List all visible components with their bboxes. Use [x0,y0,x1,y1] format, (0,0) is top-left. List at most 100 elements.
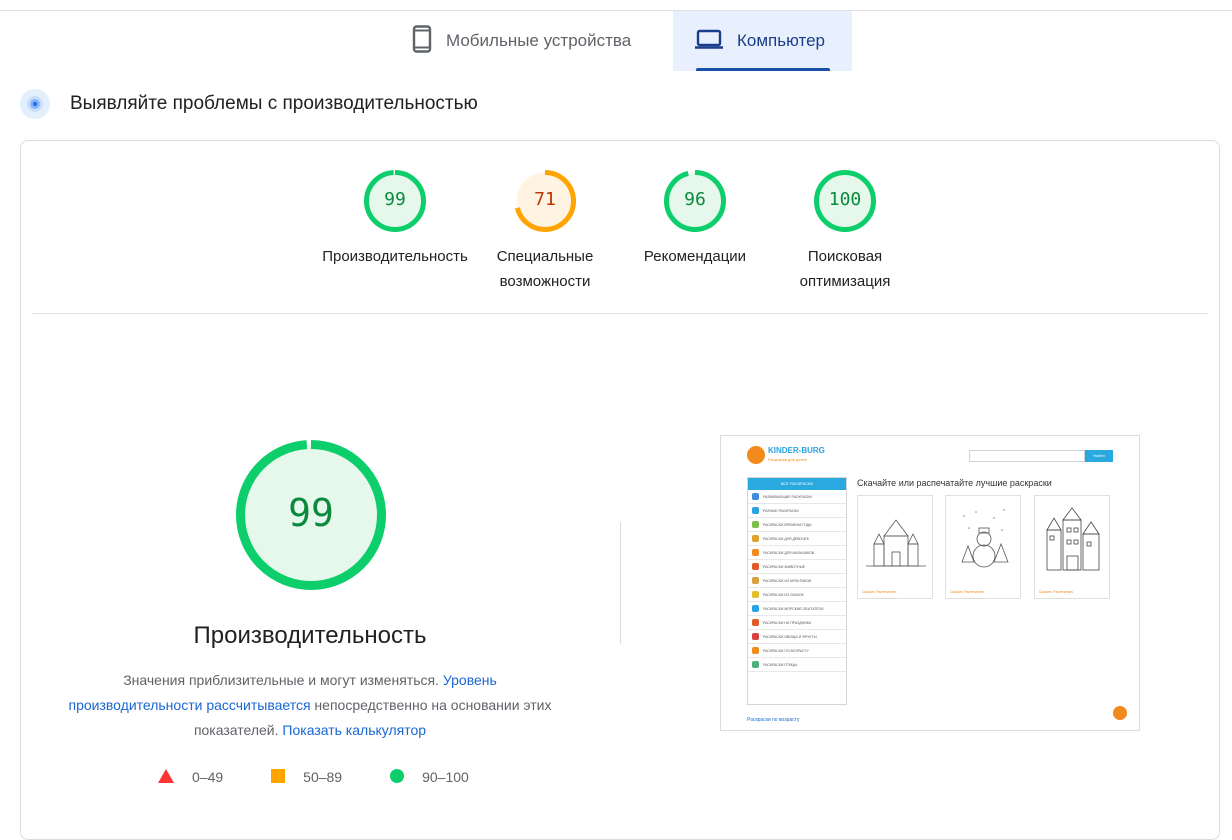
legend-fail: 0–49 [158,768,224,786]
tab-mobile-label: Мобильные устройства [446,31,632,50]
category-icon [752,521,759,528]
section-title: Выявляйте проблемы с производительностью [70,93,478,114]
category-icon [752,535,759,542]
coloring-thumb: Скачать Распечатать [857,495,933,599]
coloring-thumb: Скачать Распечатать [945,495,1021,599]
performance-description: Значения приблизительные и могут изменят… [60,668,560,743]
category-icon [752,549,759,556]
page-screenshot[interactable]: KINDER-BURG Раскраски для детей Найти ВСЕ… [720,435,1140,731]
site-sidebar-item: РАСКРАСКИ МОРСКИЕ ОБИТАТЕЛИ [748,602,846,616]
site-sidebar-item-label: РАСКРАСКИ ИЗ СКАЗОК [763,592,804,597]
coloring-thumb: Скачать Распечатать [1034,495,1110,599]
tab-desktop-label: Компьютер [737,31,825,50]
site-search-button: Найти [1085,450,1113,462]
site-brand-sub: Раскраски для детей [768,457,807,462]
score-ring: 99 [364,170,426,232]
category-icon [752,563,759,570]
site-sidebar-item: РАСКРАСКИ ДЛЯ МАЛЬЧИКОВ [748,546,846,560]
gauge-accessibility[interactable]: 71 Специальные возможности [465,170,625,294]
gauge-label: Специальные возможности [496,248,594,290]
site-sidebar-item: РАЗВИВАЮЩИЕ РАСКРАСКИ [748,490,846,504]
town-drawing [1046,507,1100,571]
site-sidebar-item-label: РАСКРАСКИ ДЛЯ МАЛЬЧИКОВ [763,550,815,555]
thumb-actions: Скачать Распечатать [862,590,897,594]
site-sidebar-head: ВСЕ РАСКРАСКИ [748,478,846,490]
gauge-label: Рекомендации [643,248,747,265]
castle-drawing [866,519,926,567]
score-ring: 100 [814,170,876,232]
legend-range: 50–89 [303,769,343,785]
section-header: Выявляйте проблемы с производительностью [20,88,478,120]
site-sidebar-item-label: РАСКРАСКИ ПТИЦЫ [763,662,798,667]
category-icon [752,647,759,654]
gauge-seo[interactable]: 100 Поисковая оптимизация [765,170,925,294]
performance-score-gauge: 99 [236,440,386,590]
laptop-icon [695,29,723,54]
site-sidebar-item: РАСКРАСКИ ОВОЩИ И ФРУКТЫ [748,630,846,644]
vertical-separator [620,522,621,644]
active-tab-indicator [696,68,830,71]
site-sidebar-item-label: РАЗНЫЕ РАСКРАСКИ [763,508,799,513]
category-icon [752,661,759,668]
site-sidebar-item: РАСКРАСКИ ПТИЦЫ [748,658,846,672]
category-icon [752,633,759,640]
logo-badge [747,446,765,464]
thumb-actions: Скачать Распечатать [1039,590,1074,594]
site-sidebar: ВСЕ РАСКРАСКИ РАЗВИВАЮЩИЕ РАСКРАСКИ РАЗНЫ… [747,477,847,705]
desc-text-1: Значения приблизительные и могут изменят… [123,672,443,688]
site-sidebar-item: РАСКРАСКИ ДЛЯ ДЕВОЧЕК [748,532,846,546]
gauge-label: Поисковая оптимизация [799,248,891,290]
site-sidebar-item: РАСКРАСКИ ЖИВОТНЫЕ [748,560,846,574]
site-sidebar-item-label: РАСКРАСКИ ПО ВОЗРАСТУ [763,648,809,653]
site-sidebar-item-label: РАСКРАСКИ ДЛЯ ДЕВОЧЕК [763,536,809,541]
site-sidebar-item-label: РАСКРАСКИ ОВОЩИ И ФРУКТЫ [763,634,817,639]
site-headline: Скачайте или распечатайте лучшие раскрас… [857,478,1052,488]
square-icon [271,768,286,786]
circle-icon [390,768,405,786]
legend-average: 50–89 [271,768,343,786]
site-brand: KINDER-BURG [768,446,825,455]
site-sidebar-item: РАСКРАСКИ ВРЕМЕНА ГОДА [748,518,846,532]
site-sidebar-item: РАСКРАСКИ ИЗ МУЛЬТИКОВ [748,574,846,588]
site-sidebar-item: РАЗНЫЕ РАСКРАСКИ [748,504,846,518]
site-sidebar-item-label: РАСКРАСКИ ИЗ МУЛЬТИКОВ [763,578,811,583]
category-icon [752,619,759,626]
gauge-performance[interactable]: 99 Производительность [315,170,475,269]
score-value: 71 [534,189,556,210]
site-search-input [969,450,1085,462]
category-icon [752,577,759,584]
legend-pass: 90–100 [390,768,469,786]
legend-range: 0–49 [192,769,224,785]
site-sidebar-item-label: РАСКРАСКИ НА ПРАЗДНИКИ [763,620,812,625]
thumb-actions: Скачать Распечатать [950,590,985,594]
site-footer-link: Раскраски по возрасту [747,717,800,723]
score-value: 99 [384,189,406,210]
tab-mobile[interactable]: Мобильные устройства [398,11,672,71]
site-logo: KINDER-BURG Раскраски для детей [747,446,825,464]
score-ring: 71 [514,170,576,232]
category-icon [752,493,759,500]
performance-title: Производительность [193,622,427,649]
gauge-label: Производительность [322,248,468,265]
gauge-best-practices[interactable]: 96 Рекомендации [615,170,775,269]
smartphone-icon [412,24,432,58]
category-icon [752,591,759,598]
site-sidebar-item: РАСКРАСКИ ИЗ СКАЗОК [748,588,846,602]
site-sidebar-item-label: РАСКРАСКИ МОРСКИЕ ОБИТАТЕЛИ [763,606,824,611]
snowman-drawing [961,509,1009,568]
score-value: 96 [684,189,706,210]
score-value: 100 [828,189,862,210]
site-sidebar-item-label: РАСКРАСКИ ЖИВОТНЫЕ [763,564,806,569]
gauges-divider [32,313,1208,314]
site-sidebar-item: РАСКРАСКИ ПО ВОЗРАСТУ [748,644,846,658]
triangle-icon [158,768,174,786]
score-legend: 0–49 50–89 90–100 [158,766,517,788]
site-sidebar-item: РАСКРАСКИ НА ПРАЗДНИКИ [748,616,846,630]
device-tabs: Мобильные устройства Компьютер [0,11,1232,71]
site-sidebar-item-label: РАСКРАСКИ ВРЕМЕНА ГОДА [763,522,812,527]
category-icon [752,507,759,514]
legend-range: 90–100 [422,769,469,785]
show-calculator-link[interactable]: Показать калькулятор [282,722,426,738]
tab-desktop[interactable]: Компьютер [673,11,852,71]
performance-score-value: 99 [288,491,334,535]
